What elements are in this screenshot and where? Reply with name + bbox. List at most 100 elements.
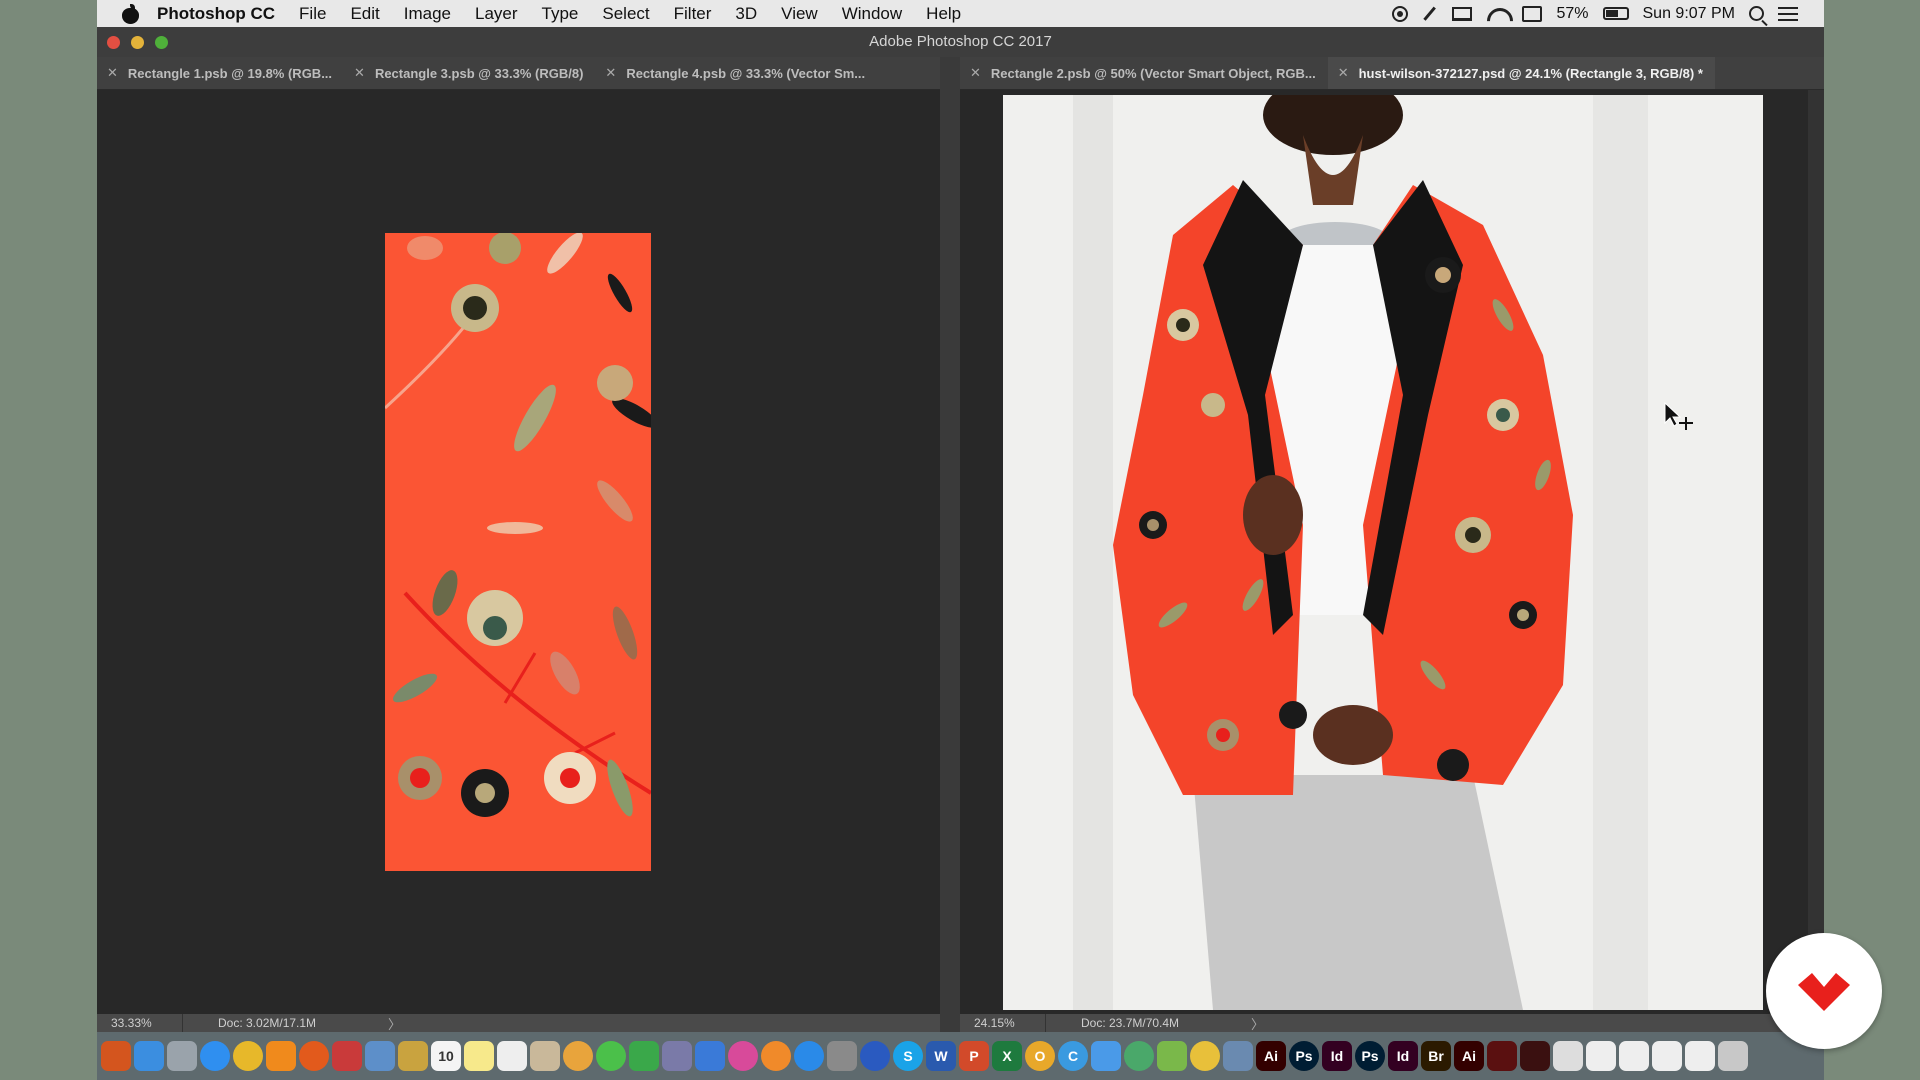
tab-rectangle-2[interactable]: ✕ Rectangle 2.psb @ 50% (Vector Smart Ob… [960, 57, 1328, 89]
folder-icon[interactable] [1091, 1041, 1121, 1071]
stickies-icon[interactable] [464, 1041, 494, 1071]
close-icon[interactable]: ✕ [970, 65, 981, 81]
map-icon[interactable] [1157, 1041, 1187, 1071]
close-icon[interactable]: ✕ [1338, 65, 1349, 81]
indesign-icon[interactable]: Id [1388, 1041, 1418, 1071]
illustrator-icon[interactable]: Ai [1256, 1041, 1286, 1071]
document-icon[interactable] [1553, 1041, 1583, 1071]
document-icon[interactable] [1685, 1041, 1715, 1071]
chrome-icon[interactable] [233, 1041, 263, 1071]
tab-rectangle-3[interactable]: ✕ Rectangle 3.psb @ 33.3% (RGB/8) [344, 57, 595, 89]
document-icon[interactable] [1586, 1041, 1616, 1071]
ibooks-icon[interactable] [761, 1041, 791, 1071]
menu-image[interactable]: Image [392, 4, 463, 24]
photos-icon[interactable] [563, 1041, 593, 1071]
menu-filter[interactable]: Filter [662, 4, 724, 24]
menu-edit[interactable]: Edit [338, 4, 391, 24]
zoom-level[interactable]: 24.15% [960, 1014, 1046, 1032]
window-close-button[interactable] [107, 36, 120, 49]
document-tabs-left: ✕ Rectangle 1.psb @ 19.8% (RGB... ✕ Rect… [97, 57, 940, 90]
window-title-bar: Adobe Photoshop CC 2017 [97, 27, 1824, 57]
tab-rectangle-4[interactable]: ✕ Rectangle 4.psb @ 33.3% (Vector Sm... [595, 57, 877, 89]
menu-type[interactable]: Type [530, 4, 591, 24]
canvas-left[interactable] [97, 90, 940, 1014]
globe-icon[interactable] [1124, 1041, 1154, 1071]
menu-clock[interactable]: Sun 9:07 PM [1643, 5, 1736, 23]
acrobat-icon[interactable] [1487, 1041, 1517, 1071]
vlc-icon[interactable] [266, 1041, 296, 1071]
wifi-icon[interactable] [1486, 6, 1508, 22]
battery-icon[interactable] [1602, 7, 1629, 20]
menu-window[interactable]: Window [830, 4, 914, 24]
photo-document[interactable] [1003, 95, 1763, 1010]
firefox-icon[interactable] [299, 1041, 329, 1071]
macos-dock: 10 S W P X O C Ai Ps Id Ps Id Br Ai [97, 1032, 1824, 1080]
quicktime-icon[interactable] [860, 1041, 890, 1071]
preview-icon[interactable] [365, 1041, 395, 1071]
close-icon[interactable]: ✕ [605, 65, 616, 81]
menu-select[interactable]: Select [590, 4, 661, 24]
keynote-icon[interactable] [695, 1041, 725, 1071]
tab-rectangle-1[interactable]: ✕ Rectangle 1.psb @ 19.8% (RGB... [97, 57, 344, 89]
document-icon[interactable] [1619, 1041, 1649, 1071]
indesign-icon[interactable]: Id [1322, 1041, 1352, 1071]
close-icon[interactable]: ✕ [107, 65, 118, 81]
menu-file[interactable]: File [287, 4, 338, 24]
close-icon[interactable]: ✕ [354, 65, 365, 81]
brush-icon[interactable] [1423, 6, 1438, 21]
window-minimize-button[interactable] [131, 36, 144, 49]
skype-icon[interactable]: S [893, 1041, 923, 1071]
archive-icon[interactable] [1223, 1041, 1253, 1071]
spotlight-search-icon[interactable] [1749, 6, 1764, 21]
tab-hust-wilson[interactable]: ✕ hust-wilson-372127.psd @ 24.1% (Rectan… [1327, 57, 1715, 89]
canvas-right[interactable] [960, 90, 1808, 1014]
airplay-icon[interactable] [1452, 6, 1473, 21]
battery-percent: 57% [1556, 4, 1589, 22]
bridge-icon[interactable]: Br [1421, 1041, 1451, 1071]
menu-layer[interactable]: Layer [463, 4, 530, 24]
popcorn-icon[interactable] [332, 1041, 362, 1071]
contacts-icon[interactable] [530, 1041, 560, 1071]
acrobat-icon[interactable] [1520, 1041, 1550, 1071]
window-maximize-button[interactable] [155, 36, 168, 49]
menu-3d[interactable]: 3D [723, 4, 769, 24]
trash-icon[interactable] [1718, 1041, 1748, 1071]
notes-icon[interactable] [398, 1041, 428, 1071]
input-source-icon[interactable] [1522, 5, 1543, 22]
appstore-icon[interactable] [794, 1041, 824, 1071]
tab-label: Rectangle 1.psb @ 19.8% (RGB... [127, 65, 333, 81]
pen-icon[interactable] [662, 1041, 692, 1071]
itunes-icon[interactable] [728, 1041, 758, 1071]
zoom-level[interactable]: 33.33% [97, 1014, 183, 1032]
menu-app-name[interactable]: Photoshop CC [157, 4, 287, 24]
illustrator-icon[interactable]: Ai [1454, 1041, 1484, 1071]
menu-help[interactable]: Help [914, 4, 973, 24]
screen-record-icon[interactable] [1392, 5, 1409, 22]
calendar-icon[interactable]: 10 [431, 1041, 461, 1071]
photoshop-icon[interactable]: Ps [1289, 1041, 1319, 1071]
menu-view[interactable]: View [769, 4, 830, 24]
facetime-icon[interactable] [629, 1041, 659, 1071]
excel-icon[interactable]: X [992, 1041, 1022, 1071]
finder-icon[interactable] [134, 1041, 164, 1071]
safari-icon[interactable] [200, 1041, 230, 1071]
status-menu-arrow[interactable]: 〉 [388, 1014, 401, 1033]
settings-icon[interactable] [827, 1041, 857, 1071]
pattern-document[interactable] [385, 233, 651, 871]
cleanmymac-icon[interactable]: C [1058, 1041, 1088, 1071]
launchpad-icon[interactable] [167, 1041, 197, 1071]
messages-icon[interactable] [596, 1041, 626, 1071]
document-icon[interactable] [1652, 1041, 1682, 1071]
apple-logo-icon[interactable] [119, 3, 143, 24]
photoshop-icon[interactable]: Ps [1355, 1041, 1385, 1071]
notification-center-icon[interactable] [1778, 6, 1798, 21]
sun-icon[interactable] [101, 1041, 131, 1071]
textedit-icon[interactable] [497, 1041, 527, 1071]
pane-divider[interactable] [940, 57, 960, 1032]
emoji-icon[interactable] [1190, 1041, 1220, 1071]
outlook-icon[interactable]: O [1025, 1041, 1055, 1071]
word-icon[interactable]: W [926, 1041, 956, 1071]
powerpoint-icon[interactable]: P [959, 1041, 989, 1071]
logo-badge [1766, 933, 1882, 1049]
status-menu-arrow[interactable]: 〉 [1251, 1014, 1264, 1033]
